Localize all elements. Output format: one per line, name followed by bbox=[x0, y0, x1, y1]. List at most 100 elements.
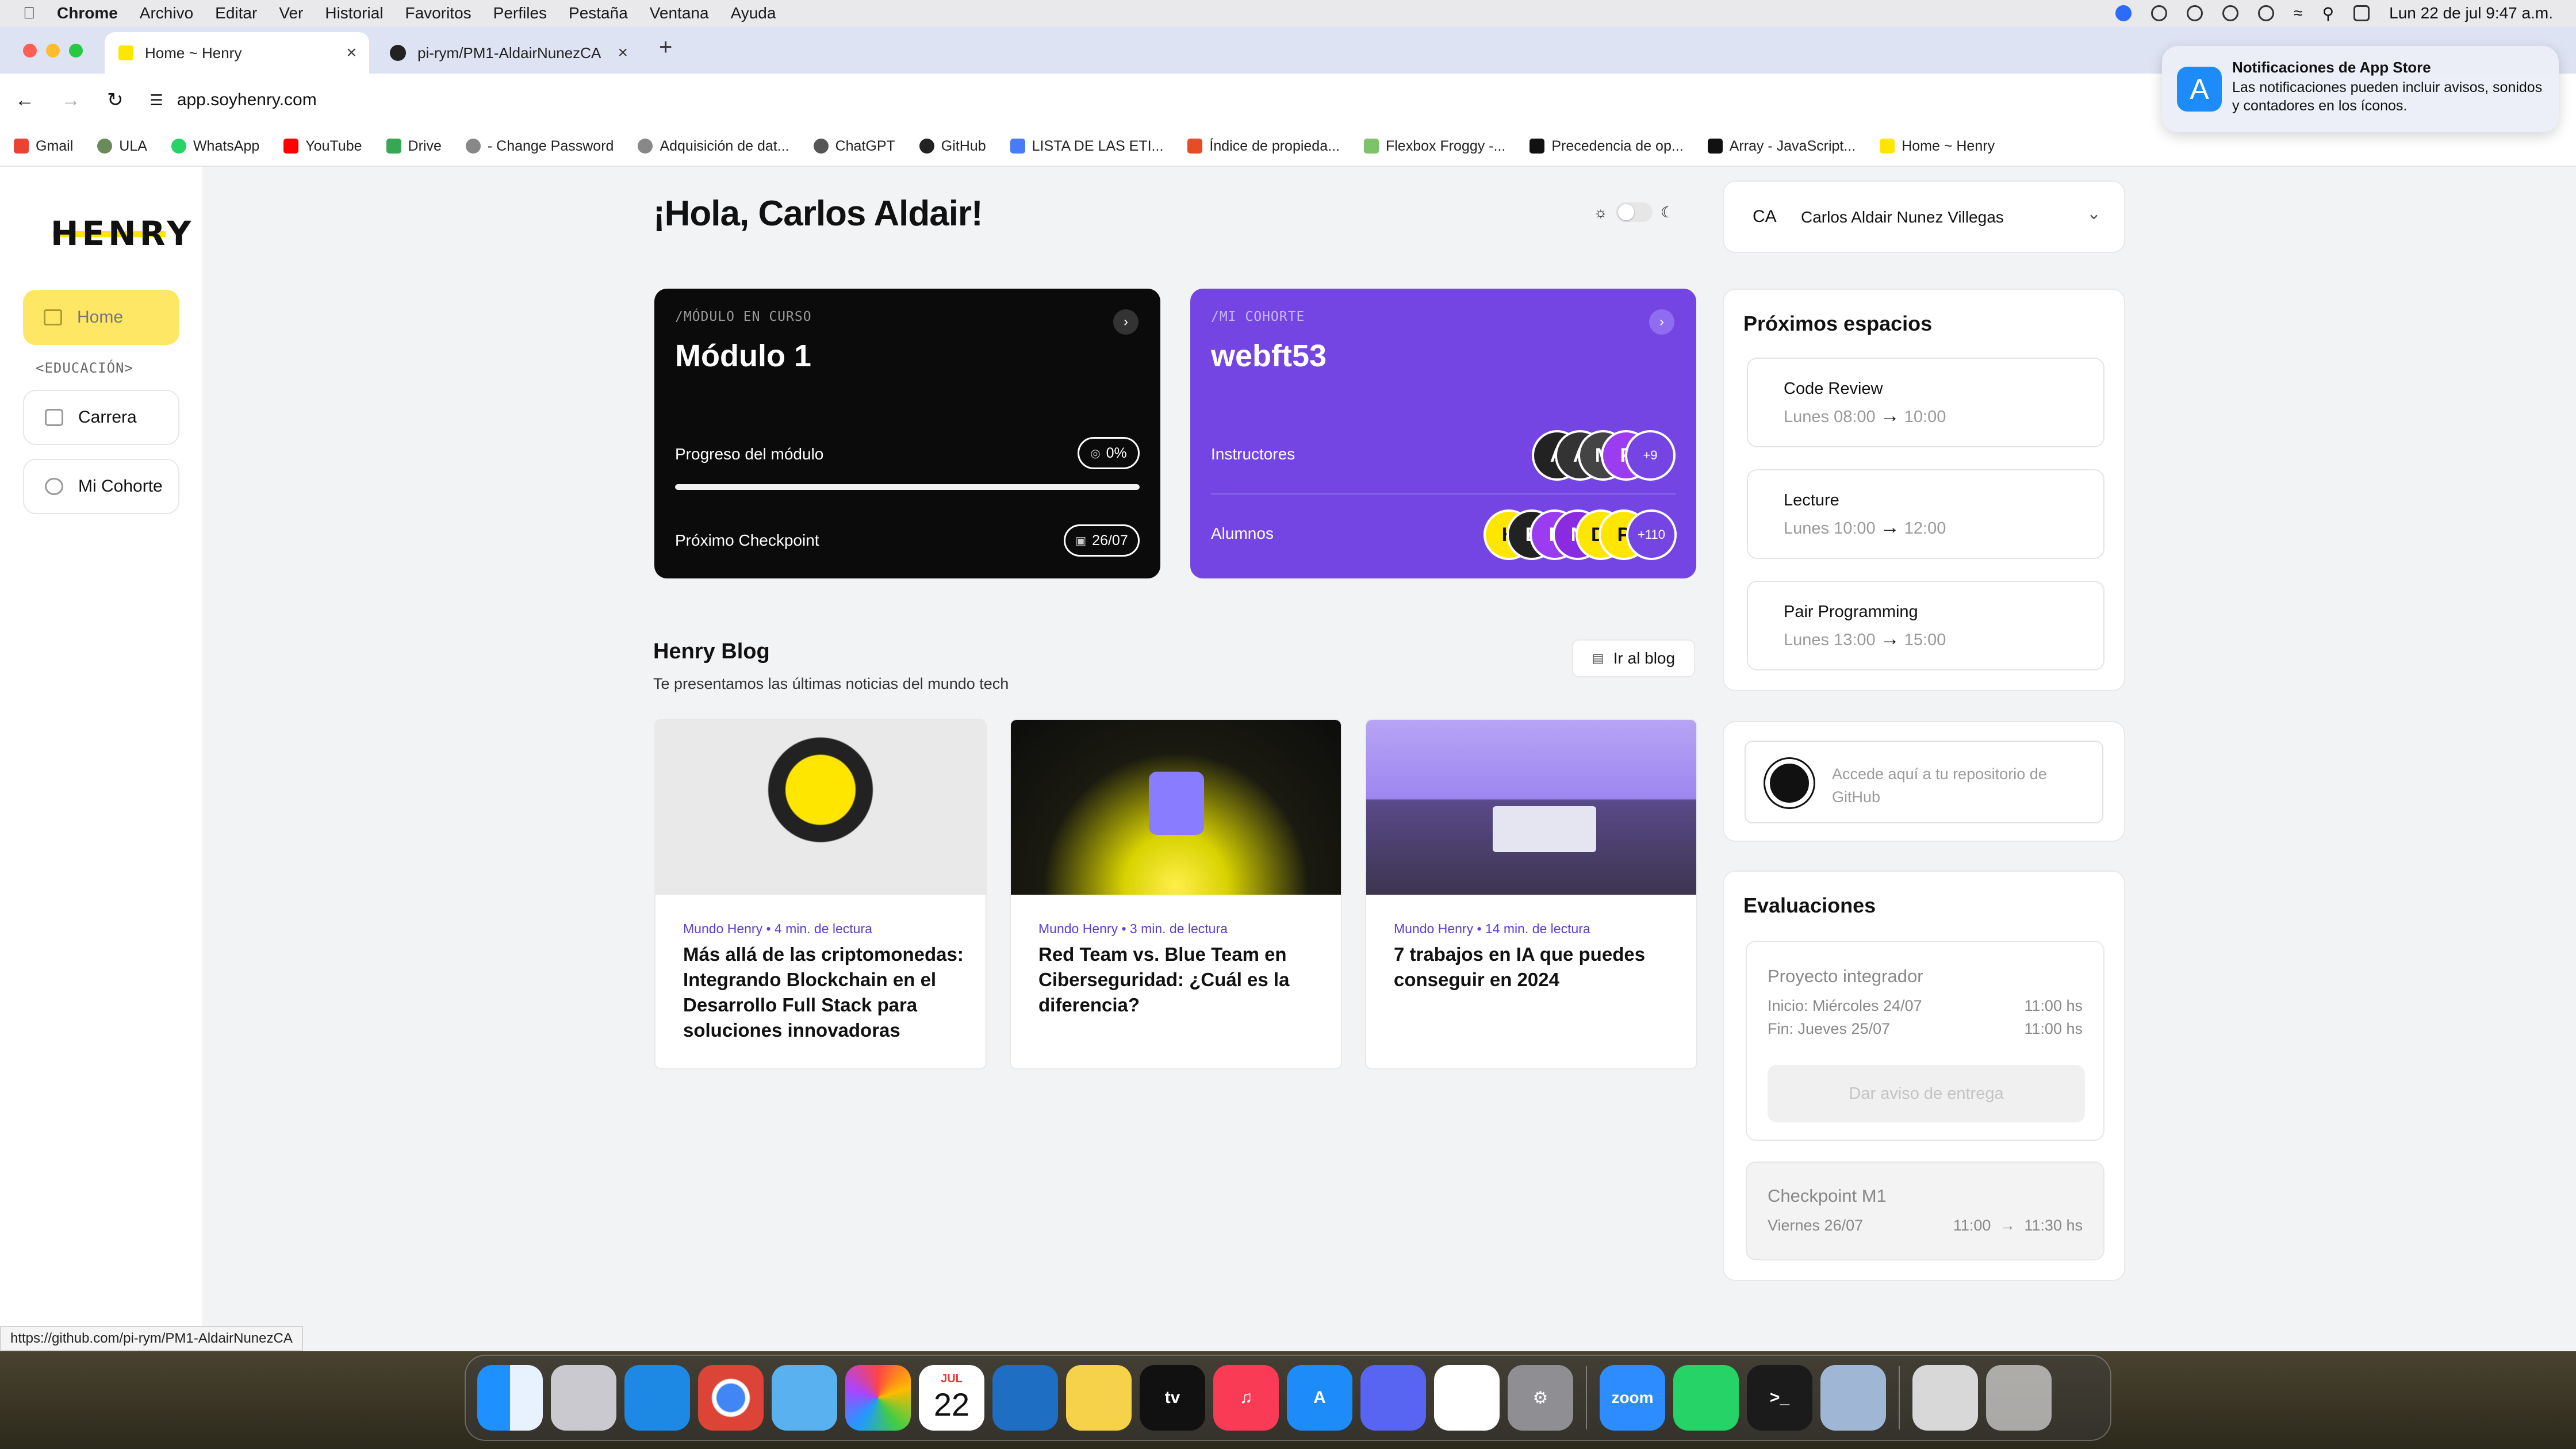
bookmark-indice-propiedades[interactable]: Índice de propieda... bbox=[1187, 138, 1340, 155]
user-menu[interactable]: CA Carlos Aldair Nunez Villegas ⌄ bbox=[1723, 181, 2125, 253]
zoom-status-icon[interactable] bbox=[2115, 5, 2132, 21]
play-status-icon[interactable] bbox=[2222, 5, 2239, 21]
blog-post-card[interactable]: Mundo Henry • 14 min. de lectura 7 traba… bbox=[1365, 719, 1697, 1070]
github-repo-link[interactable]: Accede aquí a tu repositorio de GitHub bbox=[1745, 741, 2103, 823]
bookmark-lista-etiquetas[interactable]: LISTA DE LAS ETI... bbox=[1010, 138, 1163, 155]
menu-editar[interactable]: Editar bbox=[215, 4, 257, 22]
forward-icon[interactable]: → bbox=[61, 89, 80, 112]
bookmark-adquisicion[interactable]: Adquisición de dat... bbox=[638, 138, 789, 155]
blog-post-card[interactable]: Mundo Henry • 4 min. de lectura Más allá… bbox=[654, 719, 987, 1070]
space-item[interactable]: Pair Programming Lunes 13:00 → 15:00 bbox=[1747, 581, 2104, 670]
minimize-window-button[interactable] bbox=[46, 44, 60, 57]
avatar: CA bbox=[1753, 207, 1777, 226]
blog-post-meta: Mundo Henry • 14 min. de lectura bbox=[1394, 921, 1590, 936]
go-to-blog-button[interactable]: ▤ Ir al blog bbox=[1572, 639, 1695, 677]
bookmark-array-javascript[interactable]: Array - JavaScript... bbox=[1707, 138, 1856, 155]
space-name: Pair Programming bbox=[1784, 603, 1918, 621]
bookmark-whatsapp[interactable]: WhatsApp bbox=[171, 138, 259, 155]
zoom-icon[interactable]: zoom bbox=[1600, 1365, 1665, 1431]
app-store-notification[interactable]: A Notificaciones de App Store Las notifi… bbox=[2162, 46, 2559, 132]
discord-icon[interactable] bbox=[1360, 1365, 1426, 1431]
maps-icon[interactable] bbox=[772, 1365, 837, 1431]
calendar-icon[interactable]: JUL 22 bbox=[919, 1365, 984, 1431]
terminal-icon[interactable]: >_ bbox=[1747, 1365, 1812, 1431]
bookmark-change-password[interactable]: - Change Password bbox=[465, 138, 614, 155]
menu-ayuda[interactable]: Ayuda bbox=[731, 4, 776, 22]
tab-github-repo[interactable]: pi-rym/PM1-AldairNunezCA × bbox=[376, 32, 641, 74]
finder-icon[interactable] bbox=[477, 1365, 543, 1431]
chevron-right-icon[interactable]: › bbox=[1113, 309, 1138, 335]
safari-icon[interactable] bbox=[624, 1365, 690, 1431]
control-center-icon[interactable] bbox=[2353, 5, 2370, 21]
toggle-switch[interactable] bbox=[1615, 202, 1653, 222]
menu-chrome[interactable]: Chrome bbox=[57, 4, 118, 22]
menu-ver[interactable]: Ver bbox=[279, 4, 303, 22]
menu-perfiles[interactable]: Perfiles bbox=[493, 4, 547, 22]
music-icon[interactable]: ♫ bbox=[1213, 1365, 1279, 1431]
space-item[interactable]: Code Review Lunes 08:00 → 10:00 bbox=[1747, 358, 2104, 447]
vscode-icon[interactable] bbox=[992, 1365, 1058, 1431]
module-card[interactable]: /MÓDULO EN CURSO › Módulo 1 Progreso del… bbox=[654, 289, 1160, 578]
menu-ventana[interactable]: Ventana bbox=[650, 4, 709, 22]
launchpad-icon[interactable] bbox=[551, 1365, 616, 1431]
bookmark-youtube[interactable]: YouTube bbox=[283, 138, 362, 155]
close-tab-icon[interactable]: × bbox=[346, 43, 356, 63]
space-item[interactable]: Lecture Lunes 10:00 → 12:00 bbox=[1747, 469, 2104, 559]
sidebar-item-home[interactable]: Home bbox=[23, 290, 179, 345]
grammarly-status-icon[interactable] bbox=[2151, 5, 2168, 21]
tab-home-henry[interactable]: Home ~ Henry × bbox=[105, 32, 369, 74]
sidebar-item-carrera[interactable]: Carrera bbox=[23, 390, 179, 445]
menubar-datetime[interactable]: Lun 22 de jul 9:47 a.m. bbox=[2389, 4, 2553, 22]
bookmark-precedencia[interactable]: Precedencia de op... bbox=[1529, 138, 1684, 155]
more-count-badge: +110 bbox=[1626, 509, 1677, 560]
apple-icon[interactable]:  bbox=[23, 4, 35, 22]
close-window-button[interactable] bbox=[23, 44, 37, 57]
bookmark-home-henry[interactable]: Home ~ Henry bbox=[1880, 138, 1995, 155]
bookmark-ula[interactable]: ULA bbox=[97, 138, 147, 155]
site-settings-icon[interactable]: ☰ bbox=[150, 91, 163, 109]
bookmark-drive[interactable]: Drive bbox=[386, 138, 442, 155]
submit-delivery-button[interactable]: Dar aviso de entrega bbox=[1768, 1065, 2085, 1122]
trash-icon[interactable] bbox=[1986, 1365, 2052, 1431]
new-tab-icon[interactable]: + bbox=[659, 34, 672, 60]
notes-icon[interactable] bbox=[1066, 1365, 1132, 1431]
evaluation-name: Checkpoint M1 bbox=[1768, 1186, 1887, 1206]
bookmark-gmail[interactable]: Gmail bbox=[14, 138, 73, 155]
maximize-window-button[interactable] bbox=[69, 44, 83, 57]
preview-icon[interactable] bbox=[1820, 1365, 1886, 1431]
chevron-down-icon[interactable]: ⌄ bbox=[2087, 204, 2101, 224]
system-settings-icon[interactable]: ⚙ bbox=[1508, 1365, 1573, 1431]
downloads-folder-icon[interactable] bbox=[1912, 1365, 1978, 1431]
close-tab-icon[interactable]: × bbox=[618, 43, 628, 63]
bookmark-github[interactable]: GitHub bbox=[919, 138, 986, 155]
instructor-avatars[interactable]: A A M F +9 bbox=[1532, 430, 1681, 481]
apple-tv-icon[interactable]: tv bbox=[1140, 1365, 1205, 1431]
whatsapp-icon[interactable] bbox=[1673, 1365, 1739, 1431]
mac-dock: JUL 22 tv ♫ A ⚙ zoom >_ bbox=[465, 1355, 2111, 1441]
extension-status-icon[interactable] bbox=[2187, 5, 2203, 21]
chevron-right-icon[interactable]: › bbox=[1649, 309, 1674, 335]
sidebar-item-mi-cohorte[interactable]: Mi Cohorte bbox=[23, 459, 179, 514]
app-store-icon[interactable]: A bbox=[1287, 1365, 1352, 1431]
back-icon[interactable]: ← bbox=[15, 89, 34, 112]
user-status-icon[interactable] bbox=[2258, 5, 2275, 21]
spotlight-search-icon[interactable]: ⚲ bbox=[2322, 4, 2334, 23]
menu-pestana[interactable]: Pestaña bbox=[569, 4, 628, 22]
chrome-icon[interactable] bbox=[698, 1365, 764, 1431]
slack-icon[interactable] bbox=[1434, 1365, 1500, 1431]
wifi-off-icon[interactable]: ≈ bbox=[2294, 4, 2302, 22]
blog-post-card[interactable]: Mundo Henry • 3 min. de lectura Red Team… bbox=[1010, 719, 1342, 1070]
theme-toggle[interactable]: ☼ ☾ bbox=[1594, 202, 1674, 222]
menu-historial[interactable]: Historial bbox=[325, 4, 383, 22]
menu-archivo[interactable]: Archivo bbox=[140, 4, 193, 22]
student-avatars[interactable]: H E F N DI P +110 bbox=[1483, 509, 1682, 560]
address-input[interactable]: app.soyhenry.com bbox=[177, 90, 317, 110]
bookmark-flexbox-froggy[interactable]: Flexbox Froggy -... bbox=[1363, 138, 1505, 155]
photos-icon[interactable] bbox=[845, 1365, 911, 1431]
henry-logo[interactable]: HENRY bbox=[51, 214, 194, 253]
menu-favoritos[interactable]: Favoritos bbox=[405, 4, 471, 22]
check-circle-icon: ◎ bbox=[1090, 447, 1101, 460]
bookmark-chatgpt[interactable]: ChatGPT bbox=[813, 138, 895, 155]
reload-icon[interactable]: ↻ bbox=[107, 89, 124, 112]
cohort-card[interactable]: /MI COHORTE › webft53 Instructores A A M… bbox=[1190, 289, 1696, 578]
